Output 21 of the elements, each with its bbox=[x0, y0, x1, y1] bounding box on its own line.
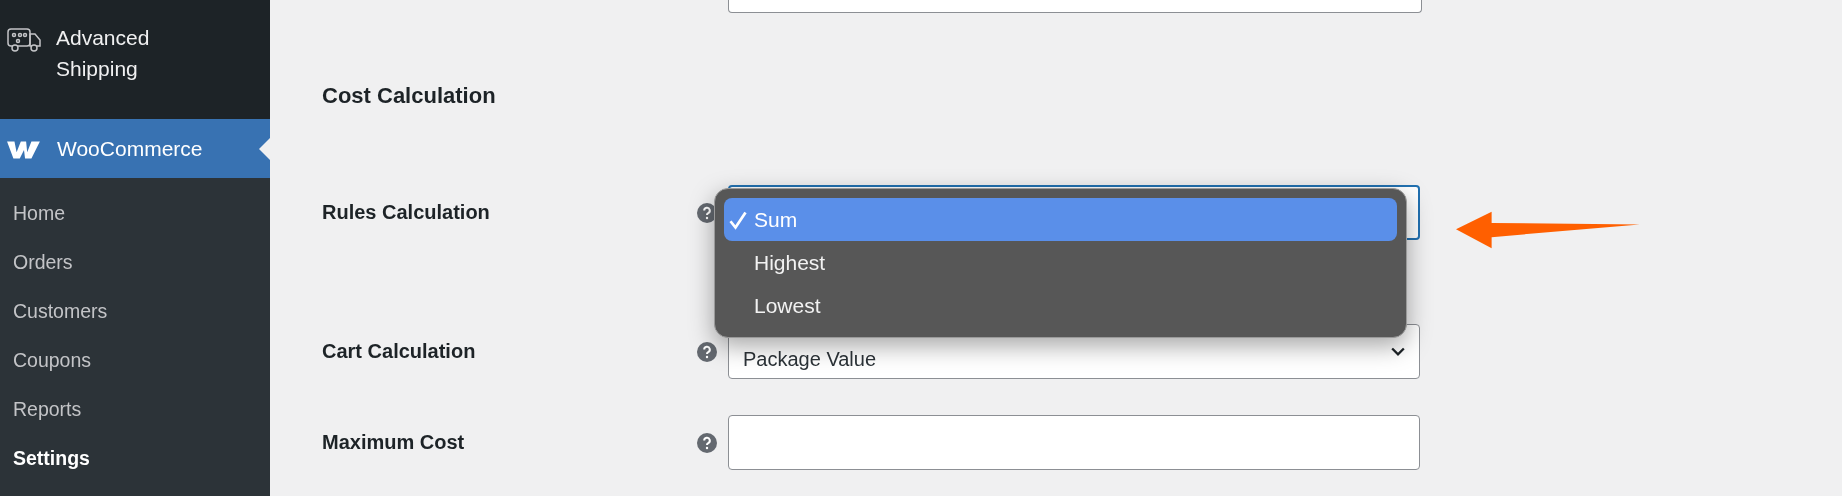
submenu-item[interactable]: Customers bbox=[0, 287, 108, 336]
help-icon[interactable] bbox=[697, 341, 717, 362]
submenu-item[interactable]: Settings bbox=[0, 434, 90, 483]
truck-icon bbox=[6, 26, 42, 54]
field-label: Maximum Cost bbox=[322, 431, 466, 454]
submenu-item[interactable]: Orders bbox=[0, 238, 73, 287]
submenu-item[interactable]: Coupons bbox=[0, 336, 92, 385]
help-icon[interactable] bbox=[697, 432, 717, 453]
chevron-down-icon bbox=[1391, 347, 1405, 357]
submenu-item[interactable]: Home bbox=[0, 189, 66, 238]
checkmark-icon bbox=[728, 209, 748, 230]
input-field[interactable] bbox=[728, 0, 1422, 13]
submenu-item[interactable]: Reports bbox=[0, 385, 82, 434]
field-label: Cart Calculation bbox=[322, 340, 477, 363]
sidebar-menu-item[interactable]: WooCommerce bbox=[0, 119, 270, 178]
menu-pointer-icon bbox=[259, 138, 270, 160]
dropdown-option[interactable]: Highest bbox=[724, 241, 1397, 285]
input-field[interactable] bbox=[728, 415, 1420, 470]
field-label: Rules Calculation bbox=[322, 201, 491, 224]
section-heading: Cost Calculation bbox=[322, 83, 497, 109]
sidebar-menu-item[interactable]: Advanced Shipping bbox=[0, 0, 270, 119]
